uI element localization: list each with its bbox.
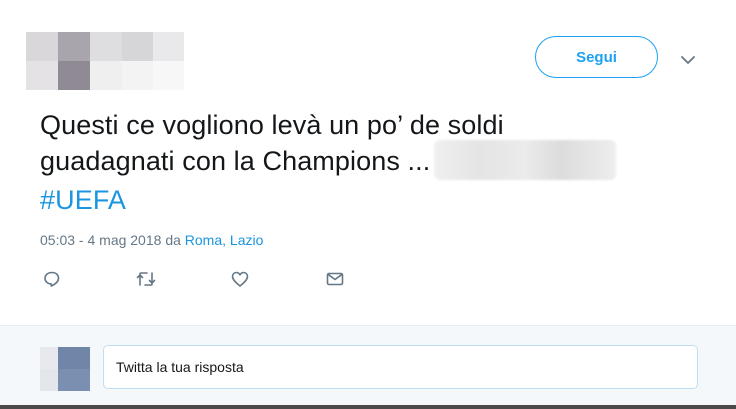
location-prefix: da [165, 232, 181, 248]
avatar-blur-block [58, 369, 90, 391]
avatar-blur-block [26, 61, 58, 90]
retweet-icon[interactable] [134, 267, 158, 291]
tweet-text-line-2: guadagnati con la Champions ... [40, 140, 720, 183]
name-blur-block [153, 61, 184, 90]
tweet-card: Segui Questi ce vogliono levà un po’ de … [0, 0, 736, 325]
tweet-text-line-2-content: guadagnati con la Champions ... [40, 146, 431, 177]
name-blur-block [153, 32, 184, 61]
redacted-blur [434, 140, 617, 180]
name-blur-block [122, 61, 153, 90]
author-name-blurred[interactable] [90, 32, 184, 90]
reply-composer: Twitta la tua risposta [0, 325, 736, 409]
avatar-blur-block [58, 61, 90, 90]
tweet-text-line-1: Questi ce vogliono levà un po’ de soldi [40, 110, 504, 140]
direct-message-icon[interactable] [323, 267, 347, 291]
follow-button[interactable]: Segui [535, 36, 658, 78]
current-user-avatar [40, 347, 90, 391]
reply-icon[interactable] [40, 267, 64, 291]
location-link[interactable]: Roma, Lazio [185, 232, 264, 248]
avatar-blur-block [58, 347, 90, 369]
chevron-down-icon[interactable] [678, 50, 698, 70]
avatar-blur-block [58, 32, 90, 61]
avatar-blur-block [40, 369, 58, 391]
tweet-timestamp[interactable]: 05:03 - 4 mag 2018 [40, 232, 161, 248]
name-blur-block [90, 61, 122, 90]
like-heart-icon[interactable] [228, 267, 252, 291]
tweet-metadata: 05:03 - 4 mag 2018 da Roma, Lazio [40, 232, 263, 248]
hashtag-link[interactable]: #UEFA [40, 183, 720, 218]
bottom-divider [0, 405, 736, 409]
name-blur-block [122, 32, 153, 61]
reply-input[interactable]: Twitta la tua risposta [103, 345, 698, 389]
avatar-blur-block [40, 347, 58, 369]
tweet-text: Questi ce vogliono levà un po’ de soldi … [40, 108, 720, 218]
author-avatar-blurred[interactable] [26, 32, 90, 90]
name-blur-block [90, 32, 122, 61]
avatar-blur-block [26, 32, 58, 61]
